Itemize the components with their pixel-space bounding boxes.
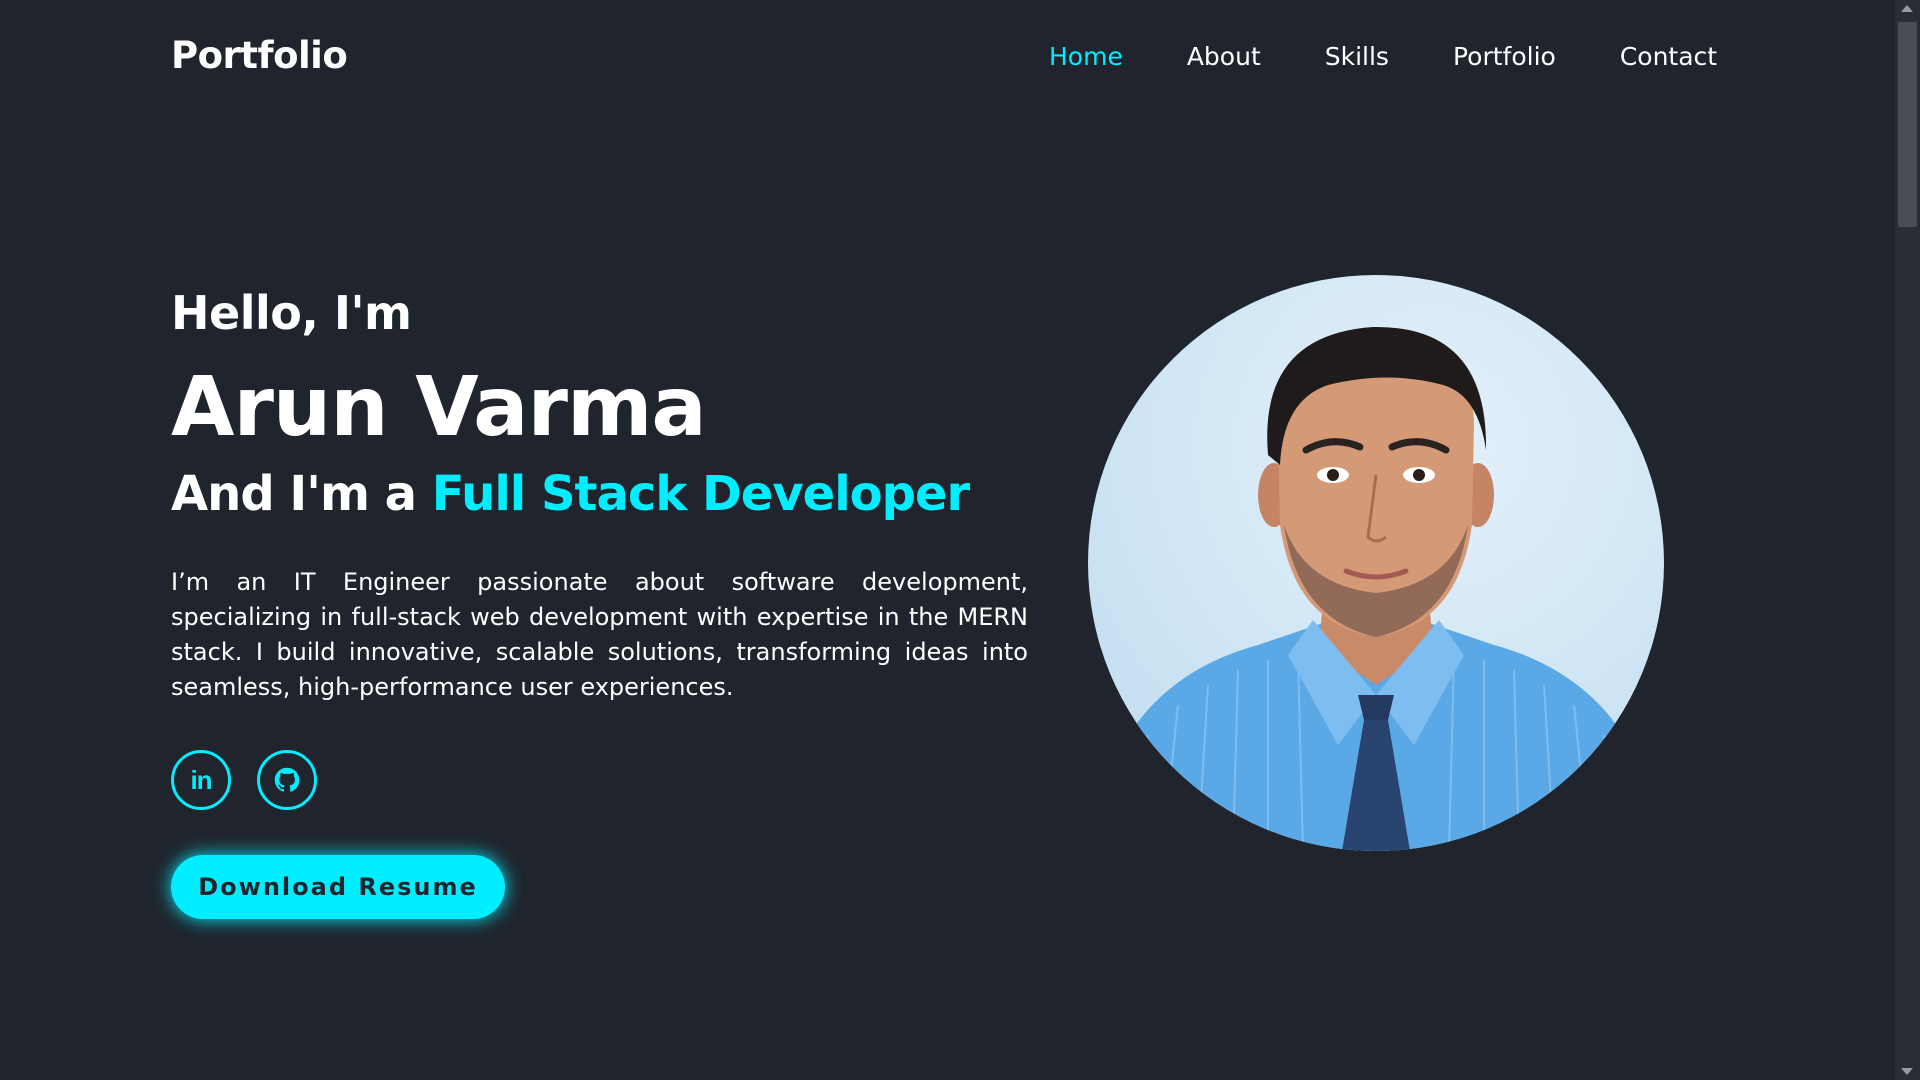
hero-name: Arun Varma (171, 360, 707, 455)
portfolio-page: Portfolio Home About Skills Portfolio Co… (0, 0, 1920, 1080)
scrollbar-thumb[interactable] (1898, 22, 1917, 227)
linkedin-button[interactable]: in (171, 750, 231, 810)
page-scrollbar[interactable] (1895, 0, 1920, 1080)
hero-role: And I'm a Full Stack Developer (171, 466, 970, 522)
profile-photo (1088, 275, 1664, 851)
github-icon (274, 767, 300, 792)
profile-illustration (1088, 326, 1664, 851)
role-highlight: Full Stack Developer (431, 466, 970, 522)
nav-skills-link[interactable]: Skills (1325, 42, 1389, 71)
nav-contact-link[interactable]: Contact (1620, 42, 1717, 71)
linkedin-icon: in (190, 764, 212, 795)
scroll-down-icon[interactable] (1901, 1068, 1913, 1075)
hero-greeting: Hello, I'm (171, 286, 412, 340)
nav-about-link[interactable]: About (1187, 42, 1261, 71)
download-resume-button[interactable]: Download Resume (171, 855, 505, 919)
role-prefix: And I'm a (171, 466, 432, 522)
nav-portfolio-link[interactable]: Portfolio (1453, 42, 1556, 71)
scroll-up-icon[interactable] (1901, 5, 1913, 12)
github-button[interactable] (257, 750, 317, 810)
nav-home-link[interactable]: Home (1049, 42, 1123, 71)
main-nav: Home About Skills Portfolio Contact (1049, 42, 1717, 71)
hero-bio: I’m an IT Engineer passionate about soft… (171, 568, 1028, 701)
site-logo[interactable]: Portfolio (171, 34, 348, 77)
